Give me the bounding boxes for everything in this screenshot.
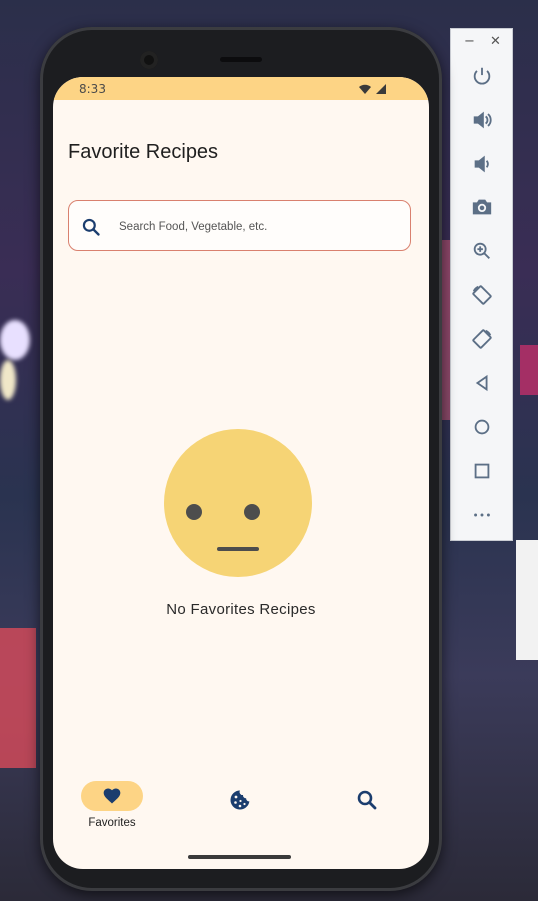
background-light — [0, 320, 30, 360]
volume-up-icon — [473, 111, 492, 129]
app-screen: 8:33 Favorite Recipes No Favorites Recip… — [53, 77, 429, 869]
volume-down-button[interactable] — [467, 149, 497, 179]
background-sign — [516, 540, 538, 660]
phone-frame: 8:33 Favorite Recipes No Favorites Recip… — [40, 27, 442, 891]
more-icon — [474, 513, 490, 517]
overview-icon — [474, 463, 490, 479]
rotate-right-icon — [472, 329, 492, 349]
search-bar[interactable] — [68, 200, 411, 251]
power-button[interactable] — [467, 61, 497, 91]
back-icon — [475, 374, 488, 392]
minimize-button[interactable]: − — [464, 34, 475, 49]
rotate-right-button[interactable] — [467, 324, 497, 354]
nav-item-search[interactable] — [355, 788, 379, 812]
gesture-home-bar[interactable] — [188, 855, 291, 859]
zoom-button[interactable] — [467, 236, 497, 266]
nav-active-indicator — [81, 781, 143, 811]
status-bar: 8:33 — [53, 77, 429, 100]
page-title: Favorite Recipes — [68, 141, 219, 163]
screenshot-button[interactable] — [467, 192, 497, 222]
nav-item-favorites[interactable]: Favorites — [81, 781, 143, 829]
toolbar-window-controls: − ✕ — [451, 29, 512, 55]
cookie-icon — [230, 790, 250, 810]
empty-state-message: No Favorites Recipes — [166, 601, 316, 618]
rotate-left-button[interactable] — [467, 280, 497, 310]
volume-down-icon — [474, 155, 489, 173]
front-camera — [140, 51, 158, 69]
bottom-navigation: Favorites — [53, 771, 429, 841]
status-icons — [359, 83, 387, 95]
face-right-eye — [244, 504, 260, 520]
rotate-left-icon — [472, 285, 492, 305]
signal-icon — [376, 84, 386, 94]
back-button[interactable] — [467, 368, 497, 398]
home-icon — [474, 419, 490, 435]
overview-button[interactable] — [467, 456, 497, 486]
heart-icon — [103, 788, 121, 804]
search-input[interactable] — [117, 215, 401, 239]
nav-item-cookie[interactable] — [228, 788, 252, 812]
background-light — [0, 360, 16, 400]
background-sign — [0, 628, 36, 768]
face-left-eye — [186, 504, 202, 520]
face-mouth — [217, 547, 259, 551]
search-icon — [357, 790, 377, 810]
close-button[interactable]: ✕ — [490, 34, 501, 49]
zoom-icon — [473, 242, 490, 259]
volume-up-button[interactable] — [467, 105, 497, 135]
nav-label-favorites: Favorites — [88, 817, 136, 829]
background-sign — [520, 345, 538, 395]
wifi-icon — [359, 84, 371, 94]
status-time: 8:33 — [79, 82, 106, 96]
home-button[interactable] — [467, 412, 497, 442]
camera-icon — [472, 199, 492, 215]
emulator-toolbar: − ✕ — [450, 28, 513, 541]
more-button[interactable] — [467, 500, 497, 530]
search-icon[interactable] — [81, 217, 101, 237]
earpiece-speaker — [220, 57, 262, 62]
neutral-face-icon — [164, 429, 312, 577]
power-icon — [473, 67, 491, 85]
